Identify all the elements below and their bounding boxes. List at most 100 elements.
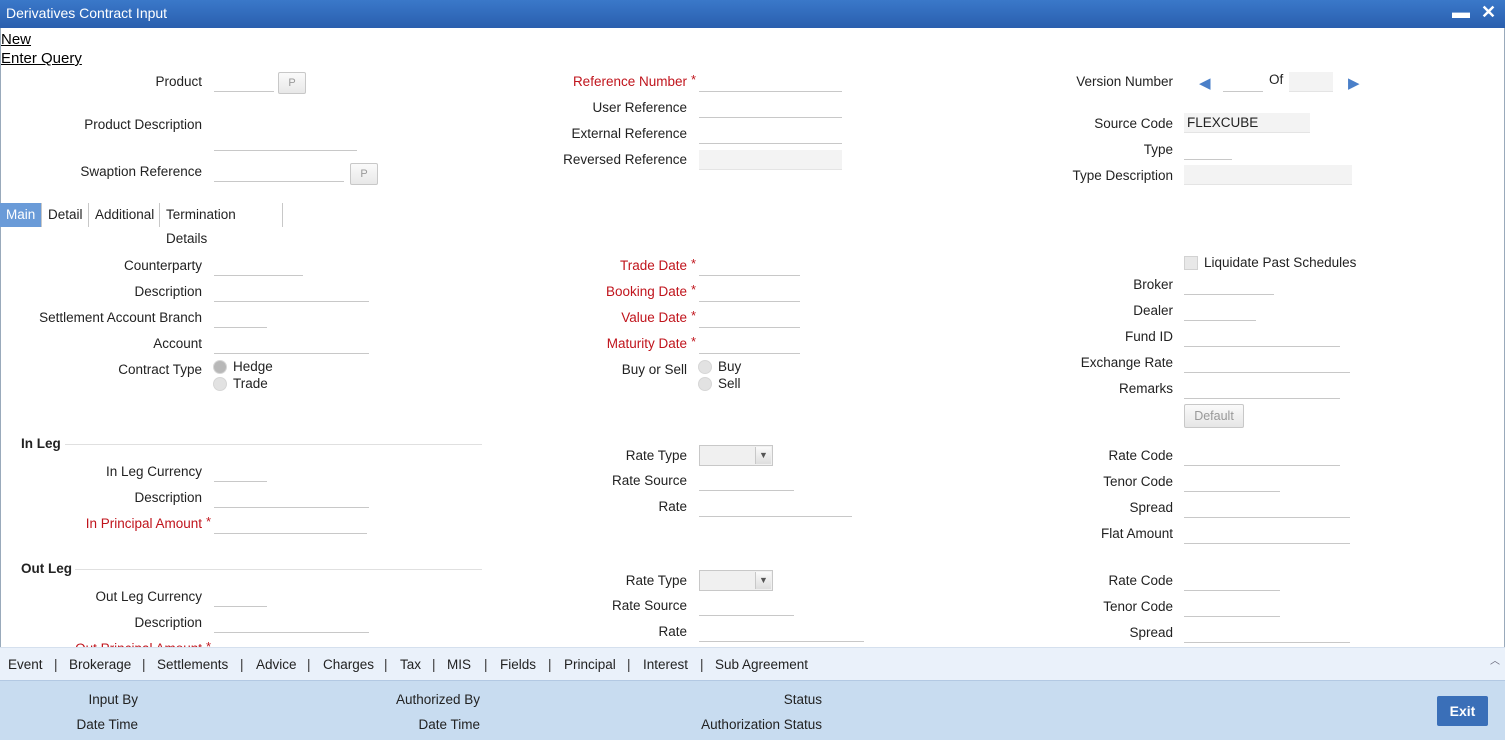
external-reference-input[interactable] <box>699 124 842 144</box>
in-rate-source-input[interactable] <box>699 471 794 491</box>
next-version-icon[interactable]: ▶ <box>1348 74 1360 92</box>
out-rate-type-select[interactable]: ▼ <box>699 570 773 591</box>
default-button[interactable]: Default <box>1184 404 1244 428</box>
tab-termination-details[interactable]: Termination Details <box>160 203 283 246</box>
total-versions-field <box>1289 72 1333 92</box>
broker-input[interactable] <box>1184 275 1274 295</box>
scroll-up-icon[interactable]: ︿ <box>1490 652 1500 667</box>
fund-id-input[interactable] <box>1184 327 1340 347</box>
authorized-by-label: Authorized By <box>395 692 480 707</box>
subsystem-principal[interactable]: Principal <box>564 657 616 672</box>
contract-type-label: Contract Type <box>118 362 202 377</box>
maturity-date-input[interactable] <box>699 334 800 354</box>
settlement-account-branch-input[interactable] <box>214 308 267 328</box>
liquidate-past-schedules-label: Liquidate Past Schedules <box>1204 255 1357 270</box>
in-principal-amount-input[interactable] <box>214 514 367 534</box>
in-tenor-code-input[interactable] <box>1184 472 1280 492</box>
product-input[interactable] <box>214 72 274 92</box>
separator: | <box>432 657 436 672</box>
subsystem-settlements[interactable]: Settlements <box>157 657 228 672</box>
subsystem-event[interactable]: Event <box>8 657 43 672</box>
remarks-input[interactable] <box>1184 379 1340 399</box>
separator: | <box>142 657 146 672</box>
out-leg-heading: Out Leg <box>21 561 72 576</box>
input-by-label: Input By <box>88 692 138 707</box>
tab-additional[interactable]: Additional <box>89 203 160 227</box>
in-rate-type-label: Rate Type <box>625 448 687 463</box>
subsystem-interest[interactable]: Interest <box>643 657 688 672</box>
out-tenor-code-input[interactable] <box>1184 597 1280 617</box>
subsystem-fields[interactable]: Fields <box>500 657 536 672</box>
swaption-reference-input[interactable] <box>214 162 344 182</box>
close-icon[interactable]: ✕ <box>1481 2 1496 23</box>
subsystem-sub-agreement[interactable]: Sub Agreement <box>715 657 808 672</box>
user-reference-label: User Reference <box>592 100 687 115</box>
required-marker: * <box>691 282 697 297</box>
new-link[interactable]: New <box>1 31 31 48</box>
out-leg-description-label: Description <box>134 615 202 630</box>
out-rate-code-label: Rate Code <box>1108 573 1173 588</box>
trade-radio[interactable] <box>213 377 227 391</box>
swaption-lookup-button[interactable]: P <box>350 163 378 185</box>
dealer-input[interactable] <box>1184 301 1256 321</box>
settlement-account-branch-label: Settlement Account Branch <box>39 310 202 325</box>
reference-number-input[interactable] <box>699 72 842 92</box>
tab-main[interactable]: Main <box>0 203 42 227</box>
source-code-field: FLEXCUBE <box>1184 113 1310 133</box>
type-field <box>1184 140 1232 160</box>
exit-button[interactable]: Exit <box>1437 696 1488 726</box>
tab-detail[interactable]: Detail <box>42 203 89 227</box>
product-lookup-button[interactable]: P <box>278 72 306 94</box>
buy-label: Buy <box>718 359 742 374</box>
subsystem-charges[interactable]: Charges <box>323 657 374 672</box>
in-rate-input[interactable] <box>699 497 852 517</box>
subsystem-bar: Event | Brokerage | Settlements | Advice… <box>0 647 1505 680</box>
account-label: Account <box>153 336 202 351</box>
exchange-rate-label: Exchange Rate <box>1080 355 1173 370</box>
out-spread-input[interactable] <box>1184 623 1350 643</box>
reference-number-text: Reference Number <box>572 74 687 89</box>
subsystem-mis[interactable]: MIS <box>447 657 471 672</box>
previous-version-icon[interactable]: ◀ <box>1199 74 1211 92</box>
liquidate-past-schedules-checkbox[interactable] <box>1184 256 1198 270</box>
subsystem-advice[interactable]: Advice <box>256 657 297 672</box>
value-date-label: Value Date <box>621 310 687 325</box>
user-reference-input[interactable] <box>699 98 842 118</box>
sell-label: Sell <box>718 376 741 391</box>
broker-label: Broker <box>1133 277 1173 292</box>
out-leg-currency-input[interactable] <box>214 587 267 607</box>
in-spread-label: Spread <box>1129 500 1173 515</box>
counterparty-label: Counterparty <box>123 258 202 273</box>
counterparty-input[interactable] <box>214 256 303 276</box>
subsystem-tax[interactable]: Tax <box>400 657 421 672</box>
enter-query-link[interactable]: Enter Query <box>1 50 82 67</box>
out-rate-code-input[interactable] <box>1184 571 1280 591</box>
separator: | <box>548 657 552 672</box>
out-rate-source-input[interactable] <box>699 596 794 616</box>
type-label: Type <box>1143 142 1173 157</box>
hedge-radio[interactable] <box>213 360 227 374</box>
hedge-label: Hedge <box>233 359 273 374</box>
description-label: Description <box>134 284 202 299</box>
buy-radio[interactable] <box>698 360 712 374</box>
product-description-field[interactable] <box>214 131 357 151</box>
subsystem-brokerage[interactable]: Brokerage <box>69 657 131 672</box>
in-leg-description-field[interactable] <box>214 488 369 508</box>
in-leg-currency-input[interactable] <box>214 462 267 482</box>
booking-date-input[interactable] <box>699 282 800 302</box>
in-flat-amount-input[interactable] <box>1184 524 1350 544</box>
value-date-input[interactable] <box>699 308 800 328</box>
minimize-icon[interactable]: ▬ <box>1452 2 1470 23</box>
sell-radio[interactable] <box>698 377 712 391</box>
counterparty-description-field[interactable] <box>214 282 369 302</box>
exchange-rate-input[interactable] <box>1184 353 1350 373</box>
out-leg-description-field[interactable] <box>214 613 369 633</box>
in-rate-code-input[interactable] <box>1184 446 1340 466</box>
remarks-label: Remarks <box>1118 381 1173 396</box>
in-spread-input[interactable] <box>1184 498 1350 518</box>
trade-date-input[interactable] <box>699 256 800 276</box>
in-rate-type-select[interactable]: ▼ <box>699 445 773 466</box>
version-number-field[interactable] <box>1223 72 1263 92</box>
account-input[interactable] <box>214 334 369 354</box>
out-rate-input[interactable] <box>699 622 864 642</box>
